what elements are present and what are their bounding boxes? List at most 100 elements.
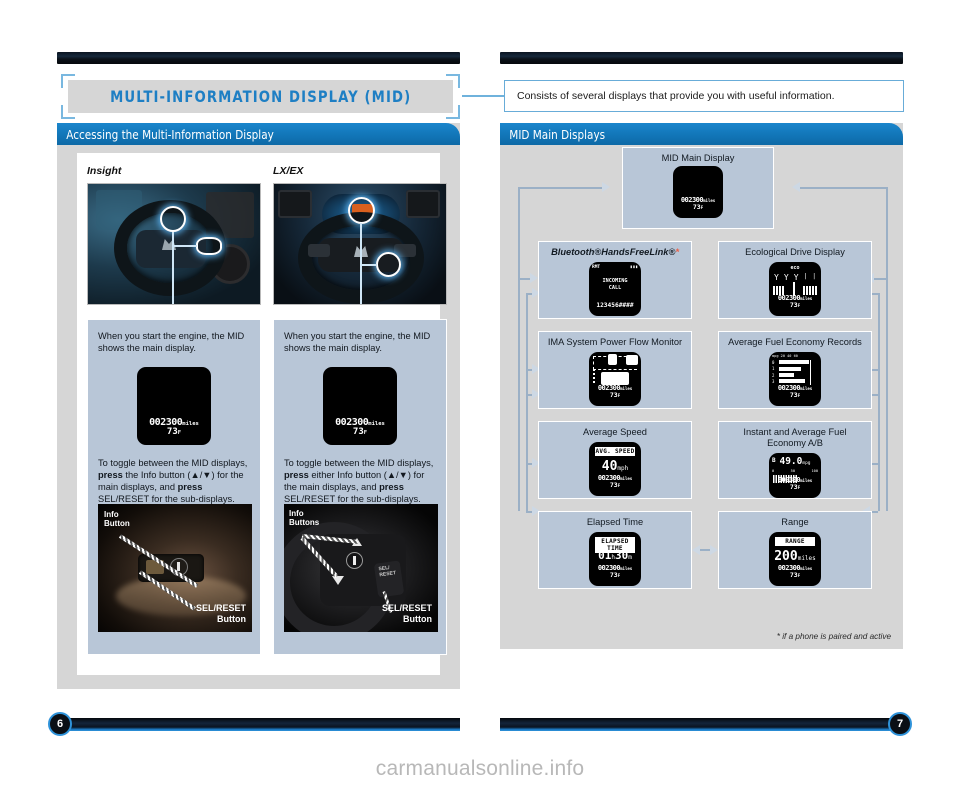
lxex-info-button-highlight bbox=[376, 252, 401, 277]
engine-icon bbox=[626, 355, 638, 366]
title-connector-line bbox=[462, 95, 504, 97]
accessing-mid-card: Insight LX/EX When you start the engine,… bbox=[77, 153, 447, 675]
mid-main-display-caption: MID Main Display bbox=[661, 153, 735, 163]
range-screen: RANGE 200miles 002300miles 73F bbox=[769, 532, 821, 587]
accessing-mid-panel-header: Accessing the Multi-Information Display bbox=[57, 123, 460, 145]
mid-main-display-box: MID Main Display 002300miles 73F bbox=[622, 147, 774, 229]
flow-arrow-to-main bbox=[602, 182, 610, 192]
insight-selreset-button-label: SEL/RESET Button bbox=[195, 603, 246, 624]
site-watermark: carmanualsonline.info bbox=[375, 757, 585, 780]
bidirectional-arrow-icon bbox=[692, 545, 718, 555]
manual-spread: MULTI-INFORMATION DISPLAY (MID) Accessin… bbox=[0, 0, 960, 787]
elapsed-time-caption: Elapsed Time bbox=[586, 517, 644, 527]
lxex-temperature-unit: F bbox=[363, 430, 368, 437]
page-number-left: 6 bbox=[48, 712, 72, 736]
display-box-ecological-drive: Ecological Drive Display eco Y Y Y | | 00230… bbox=[718, 241, 872, 319]
bluetooth-handsfreelink-caption: Bluetooth®HandsFreeLink®* bbox=[551, 247, 679, 257]
average-speed-caption: Average Speed bbox=[583, 427, 647, 437]
ecological-drive-screen: eco Y Y Y | | 002300miles 73F bbox=[769, 262, 821, 317]
display-box-range: Range RANGE 200miles 002300miles 73F bbox=[718, 511, 872, 589]
left-page-top-rule bbox=[57, 52, 460, 64]
insight-toggle-text: To toggle between the MID displays, pres… bbox=[98, 457, 248, 505]
bt-line2: CALL bbox=[608, 285, 622, 292]
eco-label: eco bbox=[790, 265, 800, 272]
ima-power-flow-screen: 002300miles 73F bbox=[589, 352, 641, 407]
display-box-average-speed: Average Speed AVG. SPEED 40mph 002300mil… bbox=[538, 421, 692, 499]
average-speed-screen: AVG. SPEED 40mph 002300miles 73F bbox=[589, 442, 641, 497]
lxex-display-highlight bbox=[348, 197, 375, 224]
mid-main-display-screen: 002300miles 73F bbox=[673, 166, 723, 219]
mid-main-displays-header: MID Main Displays bbox=[500, 123, 903, 145]
accessing-mid-panel: Accessing the Multi-Information Display … bbox=[57, 123, 460, 689]
intro-callout-text: Consists of several displays that provid… bbox=[517, 90, 835, 102]
insight-odometer-value: 002300 bbox=[149, 416, 183, 428]
avg-speed-title: AVG. SPEED bbox=[595, 447, 635, 457]
flow-rail-right bbox=[886, 187, 888, 511]
intro-callout: Consists of several displays that provid… bbox=[504, 80, 904, 112]
mid-main-displays-title: MID Main Displays bbox=[509, 126, 606, 142]
insight-temperature-value: 73 bbox=[166, 427, 178, 438]
bluetooth-handsfreelink-screen: RMT ▮▮▮ INCOMING CALL 123456#### bbox=[589, 262, 641, 317]
lxex-intro-text: When you start the engine, the MID shows… bbox=[284, 331, 431, 354]
flow-rail-left bbox=[518, 187, 520, 511]
lxex-steering-wheel-photo bbox=[273, 183, 447, 305]
lxex-mid-screen: 002300miles 73F bbox=[323, 366, 397, 445]
battery-icon: ▮▮▮ bbox=[629, 265, 638, 271]
column-label-lxex: LX/EX bbox=[273, 165, 304, 177]
rmt-signal-icon: RMT bbox=[592, 265, 601, 271]
lxex-mid-odometer-block: 002300miles 73F bbox=[323, 416, 397, 438]
insight-steering-wheel-photo bbox=[87, 183, 261, 305]
insight-info-button-label: Info Button bbox=[104, 510, 130, 529]
insight-info-button-highlight bbox=[196, 237, 222, 255]
ecological-drive-caption: Ecological Drive Display bbox=[745, 247, 845, 257]
lxex-selreset-button-label: SEL/RESET Button bbox=[381, 603, 432, 624]
avg-fuel-records-caption: Average Fuel Economy Records bbox=[728, 337, 862, 347]
car-icon bbox=[608, 354, 617, 366]
accessing-mid-panel-title: Accessing the Multi-Information Display bbox=[66, 126, 274, 142]
insight-display-highlight bbox=[160, 206, 186, 232]
left-page-bottom-rule bbox=[57, 718, 460, 731]
insight-instructions-card: When you start the engine, the MID shows… bbox=[87, 319, 261, 655]
page-number-right: 7 bbox=[888, 712, 912, 736]
display-box-bluetooth-handsfreelink: Bluetooth®HandsFreeLink®* RMT ▮▮▮ INCOMI… bbox=[538, 241, 692, 319]
page-title: MULTI-INFORMATION DISPLAY (MID) bbox=[68, 80, 453, 113]
right-page-top-rule bbox=[500, 52, 903, 64]
page-title-text: MULTI-INFORMATION DISPLAY (MID) bbox=[109, 87, 412, 106]
elapsed-time-value: 01h30m bbox=[598, 549, 632, 563]
display-box-instant-avg-fuel-economy: Instant and Average Fuel Economy A/B B 4… bbox=[718, 421, 872, 499]
mpg-axis-label: mpg 20 40 60 bbox=[772, 354, 798, 359]
insight-temperature-unit: F bbox=[177, 430, 182, 437]
insight-mid-screen: 002300miles 73F bbox=[137, 366, 211, 445]
fuel-economy-value: 49.0mpg bbox=[779, 456, 811, 468]
instant-avg-fuel-economy-screen: B 49.0mpg 0 50 100 002300miles 73F bbox=[769, 453, 821, 498]
display-box-elapsed-time: Elapsed Time ELAPSED TIME 01h30m 002300m… bbox=[538, 511, 692, 589]
avg-fuel-records-screen: mpg 20 40 60 0 1 2 3 002300miles 73F bbox=[769, 352, 821, 407]
lxex-instructions-card: When you start the engine, the MID shows… bbox=[273, 319, 447, 655]
bt-line1: INCOMING bbox=[602, 278, 628, 285]
lxex-info-buttons-label: Info Buttons bbox=[289, 509, 320, 528]
column-label-insight: Insight bbox=[87, 165, 122, 177]
range-caption: Range bbox=[781, 517, 809, 527]
display-box-avg-fuel-records: Average Fuel Economy Records mpg 20 40 6… bbox=[718, 331, 872, 409]
right-page-bottom-rule bbox=[500, 718, 903, 731]
lxex-odometer-value: 002300 bbox=[335, 416, 369, 428]
display-box-ima-power-flow: IMA System Power Flow Monitor 002300mile… bbox=[538, 331, 692, 409]
insight-button-photo: Info Button SEL/RESET Button bbox=[98, 504, 252, 632]
lxex-button-photo: SEL/RESET Info Buttons SEL/RESET Button bbox=[284, 504, 438, 632]
lxex-odometer-unit: miles bbox=[368, 420, 385, 427]
avg-speed-value: 40mph bbox=[601, 459, 629, 475]
mid-main-displays-panel: MID Main Displays MID Main Display 00230… bbox=[500, 123, 903, 649]
elapsed-time-screen: ELAPSED TIME 01h30m 002300miles 73F bbox=[589, 532, 641, 587]
ima-power-flow-caption: IMA System Power Flow Monitor bbox=[547, 337, 683, 347]
insight-odometer-unit: miles bbox=[182, 420, 199, 427]
lxex-toggle-text: To toggle between the MID displays, pres… bbox=[284, 457, 434, 505]
bt-line3: 123456#### bbox=[596, 302, 634, 310]
flow-arrow-from-main bbox=[792, 182, 800, 192]
instant-avg-fuel-economy-caption: Instant and Average Fuel Economy A/B bbox=[743, 427, 847, 449]
mid-displays-diagram: MID Main Display 002300miles 73F Bluetoo… bbox=[500, 145, 903, 649]
range-value: 200miles bbox=[774, 549, 816, 565]
insight-mid-odometer-block: 002300miles 73F bbox=[137, 416, 211, 438]
range-title: RANGE bbox=[775, 537, 815, 547]
footnote: * if a phone is paired and active bbox=[776, 632, 891, 641]
lxex-temperature-value: 73 bbox=[352, 427, 364, 438]
